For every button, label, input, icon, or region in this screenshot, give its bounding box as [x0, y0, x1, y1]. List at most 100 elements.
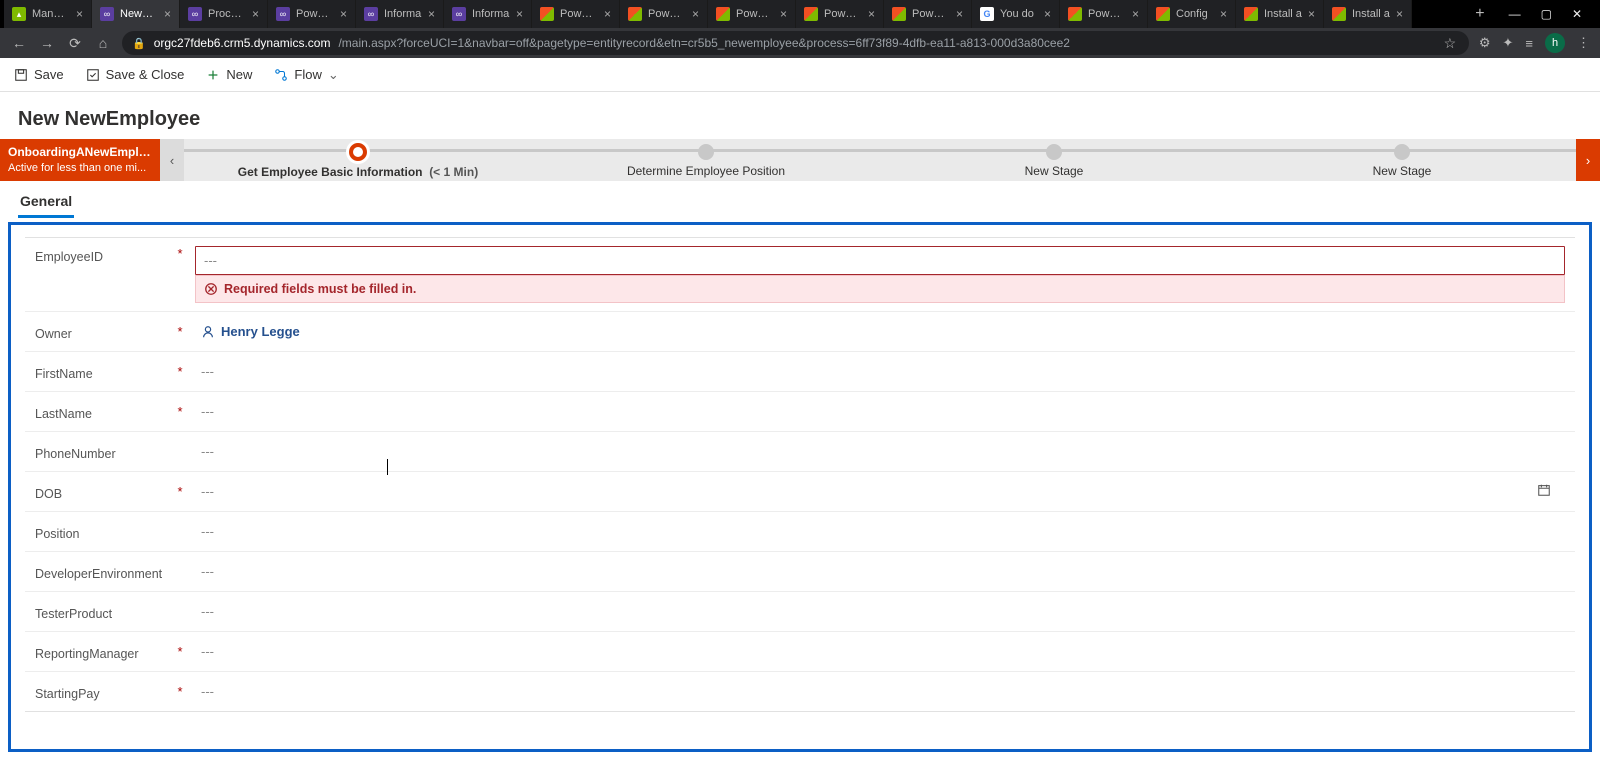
browser-tab[interactable]: ∞ Power A × [268, 0, 356, 28]
flow-button[interactable]: Flow ⌄ [274, 67, 338, 83]
tab-label: Power P [736, 8, 774, 20]
input-phonenumber[interactable]: --- [195, 442, 1565, 461]
owner-lookup[interactable]: Henry Legge [201, 324, 1559, 339]
close-tab-icon[interactable]: × [164, 7, 171, 21]
browser-tab[interactable]: Power P × [708, 0, 796, 28]
tab-label: Power P [824, 8, 862, 20]
label-reportingmanager: ReportingManager [35, 643, 165, 661]
tab-label: NewEm [120, 8, 158, 20]
calendar-icon[interactable] [1537, 483, 1551, 500]
save-button[interactable]: Save [14, 67, 64, 82]
input-testerproduct[interactable]: --- [195, 602, 1565, 621]
browser-tab[interactable]: Config× [1148, 0, 1236, 28]
tab-label: Install a [1264, 8, 1302, 20]
reading-list-icon[interactable]: ≡ [1525, 36, 1533, 51]
flow-icon [274, 68, 288, 82]
minimize-icon[interactable]: ― [1509, 7, 1521, 21]
save-icon [14, 68, 28, 82]
browser-tab[interactable]: ∞Informa× [356, 0, 444, 28]
close-tab-icon[interactable]: × [1396, 7, 1403, 21]
browser-menu-icon[interactable]: ⋮ [1577, 35, 1590, 51]
browser-tab[interactable]: ∞NewEm× [92, 0, 180, 28]
close-tab-icon[interactable]: × [1044, 7, 1051, 21]
new-tab-button[interactable]: + [1465, 5, 1494, 23]
close-tab-icon[interactable]: × [1132, 7, 1139, 21]
input-startingpay[interactable]: --- [195, 682, 1565, 701]
browser-tab[interactable]: Power P× [532, 0, 620, 28]
browser-tab[interactable]: Install a × [1236, 0, 1324, 28]
field-position: Position --- [25, 511, 1575, 551]
url-host: orgc27fdeb6.crm5.dynamics.com [154, 36, 331, 50]
browser-tab[interactable]: Power P× [884, 0, 972, 28]
close-tab-icon[interactable]: × [252, 7, 259, 21]
nav-home-icon[interactable]: ⌂ [94, 34, 112, 52]
close-tab-icon[interactable]: × [340, 7, 347, 21]
browser-tab[interactable]: Power P× [1060, 0, 1148, 28]
required-mark: * [175, 246, 185, 261]
close-tab-icon[interactable]: × [780, 7, 787, 21]
nav-end: ⚙ ✦ ≡ h ⋮ [1479, 33, 1590, 53]
browser-tab[interactable]: Install a× [1324, 0, 1412, 28]
input-owner[interactable]: Henry Legge [195, 322, 1565, 341]
browser-tab[interactable]: ▴Manage× [4, 0, 92, 28]
tab-general[interactable]: General [18, 187, 74, 218]
profile-avatar[interactable]: h [1545, 33, 1565, 53]
nav-reload-icon[interactable]: ⟳ [66, 34, 84, 52]
nav-back-icon[interactable]: ← [10, 34, 28, 52]
input-dob[interactable]: --- [195, 482, 1565, 501]
browser-tab[interactable]: G You do × [972, 0, 1060, 28]
chevron-down-icon: ⌄ [328, 67, 339, 83]
tab-label: You do [1000, 8, 1038, 20]
close-tab-icon[interactable]: × [76, 7, 83, 21]
input-developerenvironment[interactable]: --- [195, 562, 1565, 581]
input-position[interactable]: --- [195, 522, 1565, 541]
url-path: /main.aspx?forceUCI=1&navbar=off&pagetyp… [338, 36, 1070, 50]
label-position: Position [35, 523, 165, 541]
favicon-icon: G [980, 7, 994, 21]
favicon-icon: ∞ [188, 7, 202, 21]
url-bar[interactable]: 🔒 orgc27fdeb6.crm5.dynamics.com/main.asp… [122, 31, 1469, 55]
process-prev-icon[interactable]: ‹ [160, 139, 184, 181]
tab-label: Power A [296, 8, 334, 20]
tab-label: Power P [648, 8, 686, 20]
close-tab-icon[interactable]: × [868, 7, 875, 21]
business-process-flow: OnboardingANewEmplo... Active for less t… [0, 139, 1600, 181]
browser-tab[interactable]: Power P × [620, 0, 708, 28]
favicon-icon [892, 7, 906, 21]
tools-icon[interactable]: ⚙ [1479, 35, 1491, 51]
field-employeeid: EmployeeID * --- Required fields must be… [25, 238, 1575, 311]
close-tab-icon[interactable]: × [1220, 7, 1227, 21]
input-reportingmanager[interactable]: --- [195, 642, 1565, 661]
maximize-icon[interactable]: ▢ [1541, 7, 1552, 21]
extensions-icon[interactable]: ✦ [1503, 35, 1514, 51]
field-owner: Owner * Henry Legge [25, 311, 1575, 351]
close-tab-icon[interactable]: × [516, 7, 523, 21]
process-header[interactable]: OnboardingANewEmplo... Active for less t… [0, 139, 160, 181]
browser-tab[interactable]: Power P × [796, 0, 884, 28]
required-mark: * [175, 324, 185, 339]
browser-tab[interactable]: ∞Informa× [444, 0, 532, 28]
close-window-icon[interactable]: ✕ [1572, 7, 1582, 21]
process-name: OnboardingANewEmplo... [8, 145, 152, 161]
close-tab-icon[interactable]: × [692, 7, 699, 21]
input-firstname[interactable]: --- [195, 362, 1565, 381]
close-tab-icon[interactable]: × [956, 7, 963, 21]
save-and-close-button[interactable]: Save & Close [86, 67, 185, 82]
favicon-icon [804, 7, 818, 21]
error-icon [204, 282, 218, 296]
favicon-icon: ∞ [276, 7, 290, 21]
input-employeeid[interactable]: --- [195, 246, 1565, 275]
browser-tab[interactable]: ∞Process× [180, 0, 268, 28]
tab-label: Manage [32, 8, 70, 20]
input-lastname[interactable]: --- [195, 402, 1565, 421]
nav-forward-icon[interactable]: → [38, 34, 56, 52]
close-tab-icon[interactable]: × [604, 7, 611, 21]
process-next-icon[interactable]: › [1576, 139, 1600, 181]
process-stages: Get Employee Basic Information (< 1 Min)… [184, 139, 1576, 181]
new-button[interactable]: New [206, 67, 252, 82]
star-icon[interactable]: ☆ [1441, 34, 1459, 52]
close-tab-icon[interactable]: × [428, 7, 435, 21]
page-title: New NewEmployee [0, 92, 1600, 139]
browser-tabs: ▴Manage×∞NewEm×∞Process×∞Power A×∞Inform… [4, 0, 1465, 28]
close-tab-icon[interactable]: × [1308, 7, 1315, 21]
